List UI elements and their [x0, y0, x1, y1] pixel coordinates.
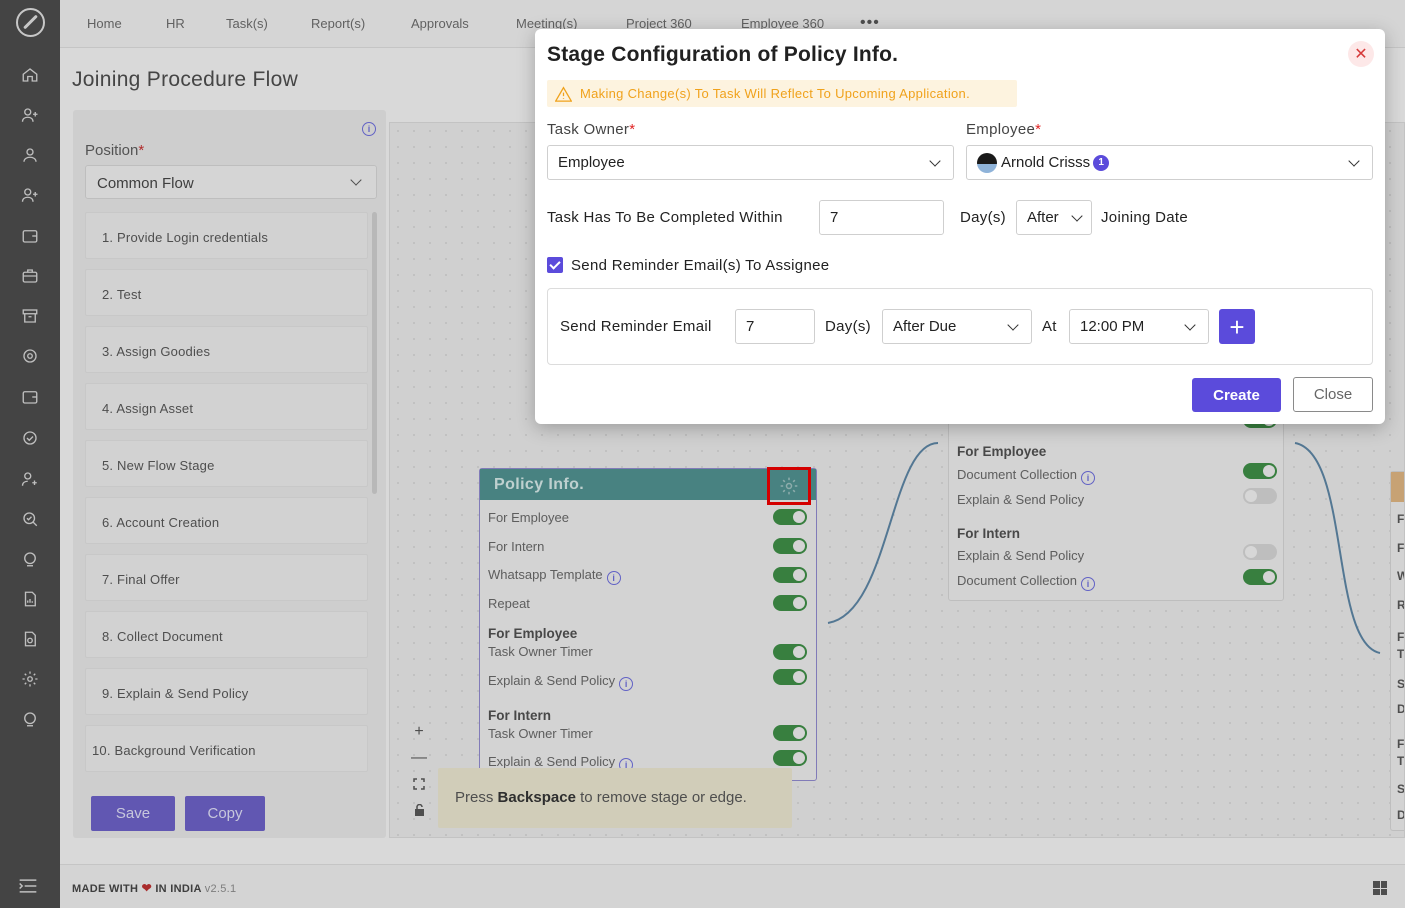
chevron-down-icon [1071, 210, 1083, 222]
within-days-input[interactable]: 7 [819, 200, 944, 235]
joining-date-label: Joining Date [1101, 209, 1188, 226]
avatar [977, 152, 997, 173]
task-owner-label: Task Owner* [547, 121, 636, 138]
reminder-label: Send Reminder Email [560, 318, 712, 335]
reminder-checkbox[interactable] [547, 257, 563, 273]
warning-banner: Making Change(s) To Task Will Reflect To… [547, 80, 1017, 107]
warning-icon [555, 85, 572, 102]
at-label: At [1042, 318, 1057, 335]
within-label: Task Has To Be Completed Within [547, 209, 783, 226]
close-button[interactable]: Close [1293, 377, 1373, 412]
task-owner-select[interactable]: Employee [547, 145, 954, 180]
reminder-settings: Send Reminder Email 7 Day(s) After Due A… [547, 288, 1373, 365]
chevron-down-icon [1007, 319, 1019, 331]
chevron-down-icon [929, 155, 941, 167]
chevron-down-icon [1184, 319, 1196, 331]
add-reminder-button[interactable]: + [1219, 309, 1255, 344]
before-after-select[interactable]: After [1016, 200, 1092, 235]
create-button[interactable]: Create [1192, 378, 1281, 412]
employee-label: Employee* [966, 121, 1042, 138]
reminder-days-label: Day(s) [825, 318, 871, 335]
stage-config-modal: Stage Configuration of Policy Info. ✕ Ma… [535, 29, 1385, 424]
reminder-checkbox-label: Send Reminder Email(s) To Assignee [571, 257, 830, 274]
reminder-when-select[interactable]: After Due [882, 309, 1032, 344]
chevron-down-icon [1348, 155, 1360, 167]
count-badge: 1 [1093, 154, 1110, 171]
reminder-time-select[interactable]: 12:00 PM [1069, 309, 1209, 344]
close-icon[interactable]: ✕ [1348, 41, 1374, 67]
employee-select[interactable]: Arnold Crisss 1 [966, 145, 1373, 180]
days-label: Day(s) [960, 209, 1006, 226]
reminder-days-input[interactable]: 7 [735, 309, 815, 344]
modal-title: Stage Configuration of Policy Info. [547, 43, 899, 66]
